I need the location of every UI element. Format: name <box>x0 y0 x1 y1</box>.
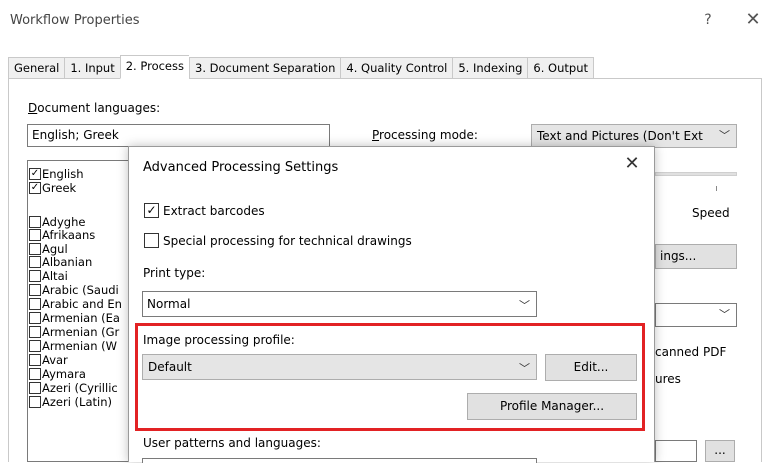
print-type-value: Normal <box>147 297 191 311</box>
print-type-label: Print type: <box>143 266 206 280</box>
processing-mode-value: Text and Pictures (Don't Ext <box>537 129 703 143</box>
list-item[interactable]: Arabic (Saudi <box>29 284 119 297</box>
pictures-label: ures <box>655 372 681 386</box>
slider-tick <box>716 186 717 191</box>
checkbox[interactable] <box>29 270 41 282</box>
checkbox[interactable] <box>29 256 41 268</box>
list-item[interactable]: ✓ English <box>29 168 84 181</box>
processing-mode-label: Processing mode: <box>372 128 478 142</box>
checkbox[interactable] <box>29 396 41 408</box>
checkbox[interactable] <box>29 326 41 338</box>
checkbox[interactable]: ✓ <box>29 182 41 194</box>
checkbox[interactable] <box>29 340 41 352</box>
checkbox[interactable] <box>29 284 41 296</box>
list-item[interactable]: Afrikaans <box>29 229 95 242</box>
close-icon[interactable]: ✕ <box>738 8 768 32</box>
chevron-down-icon: ﹀ <box>719 129 730 142</box>
tab-process[interactable]: 2. Process <box>119 55 189 79</box>
list-item[interactable]: Aymara <box>29 368 86 381</box>
list-item[interactable]: Azeri (Cyrillic <box>29 382 118 395</box>
user-patterns-label: User patterns and languages: <box>143 436 321 450</box>
chevron-down-icon: ﹀ <box>719 308 730 321</box>
document-languages-label: Document languages: <box>28 101 161 115</box>
tab-output[interactable]: 6. Output <box>527 57 594 79</box>
print-type-select[interactable]: Normal ﹀ <box>142 291 537 317</box>
close-icon[interactable]: ✕ <box>620 153 644 174</box>
chevron-down-icon: ﹀ <box>519 299 530 312</box>
tab-quality-control[interactable]: 4. Quality Control <box>340 57 453 79</box>
speed-slider-track[interactable] <box>655 172 737 176</box>
checkbox[interactable] <box>29 216 41 228</box>
help-icon[interactable]: ? <box>693 8 723 32</box>
checkbox[interactable] <box>29 382 41 394</box>
highlight-box <box>135 323 645 431</box>
processing-mode-select[interactable]: Text and Pictures (Don't Ext ﹀ <box>531 124 737 148</box>
checkbox[interactable] <box>144 233 159 248</box>
list-item[interactable]: Albanian <box>29 256 92 269</box>
user-patterns-field[interactable] <box>142 458 537 463</box>
checkbox[interactable] <box>29 354 41 366</box>
dialog-title: Advanced Processing Settings <box>143 160 339 175</box>
list-item[interactable]: Avar <box>29 354 68 367</box>
checkbox[interactable] <box>29 312 41 324</box>
checkbox[interactable] <box>29 368 41 380</box>
tab-input[interactable]: 1. Input <box>64 57 120 79</box>
list-item[interactable]: ✓ Greek <box>29 182 76 195</box>
settings-button[interactable]: ings... <box>655 244 737 269</box>
tab-document-separation[interactable]: 3. Document Separation <box>189 57 341 79</box>
scanned-pdf-label: canned PDF <box>655 345 727 359</box>
checkbox[interactable] <box>29 229 41 241</box>
list-item[interactable]: Azeri (Latin) <box>29 396 112 409</box>
document-languages-field[interactable]: English; Greek <box>27 124 330 147</box>
technical-drawings-checkbox[interactable]: Special processing for technical drawing… <box>144 233 412 249</box>
checkbox[interactable] <box>29 243 41 255</box>
window-title: Workflow Properties <box>10 13 140 28</box>
checkbox[interactable] <box>29 298 41 310</box>
secondary-select[interactable]: ﹀ <box>655 303 737 327</box>
browse-button[interactable]: ... <box>705 440 735 462</box>
extract-barcodes-checkbox[interactable]: ✓ Extract barcodes <box>144 203 265 219</box>
tab-general[interactable]: General <box>8 57 65 79</box>
speed-label: Speed <box>692 206 730 220</box>
list-item[interactable]: Armenian (Ea <box>29 312 120 325</box>
advanced-processing-settings-dialog: Advanced Processing Settings ✕ ✓ Extract … <box>128 146 655 463</box>
patterns-field[interactable] <box>655 440 697 462</box>
list-item[interactable]: Altai <box>29 270 68 283</box>
list-item[interactable]: Armenian (Gr <box>29 326 119 339</box>
list-item[interactable]: Arabic and En <box>29 298 122 311</box>
list-item[interactable]: Armenian (W <box>29 340 117 353</box>
checkbox[interactable]: ✓ <box>144 203 159 218</box>
tab-strip: General 1. Input 2. Process 3. Document … <box>8 55 594 79</box>
tab-indexing[interactable]: 5. Indexing <box>452 57 528 79</box>
checkbox[interactable]: ✓ <box>29 168 41 180</box>
